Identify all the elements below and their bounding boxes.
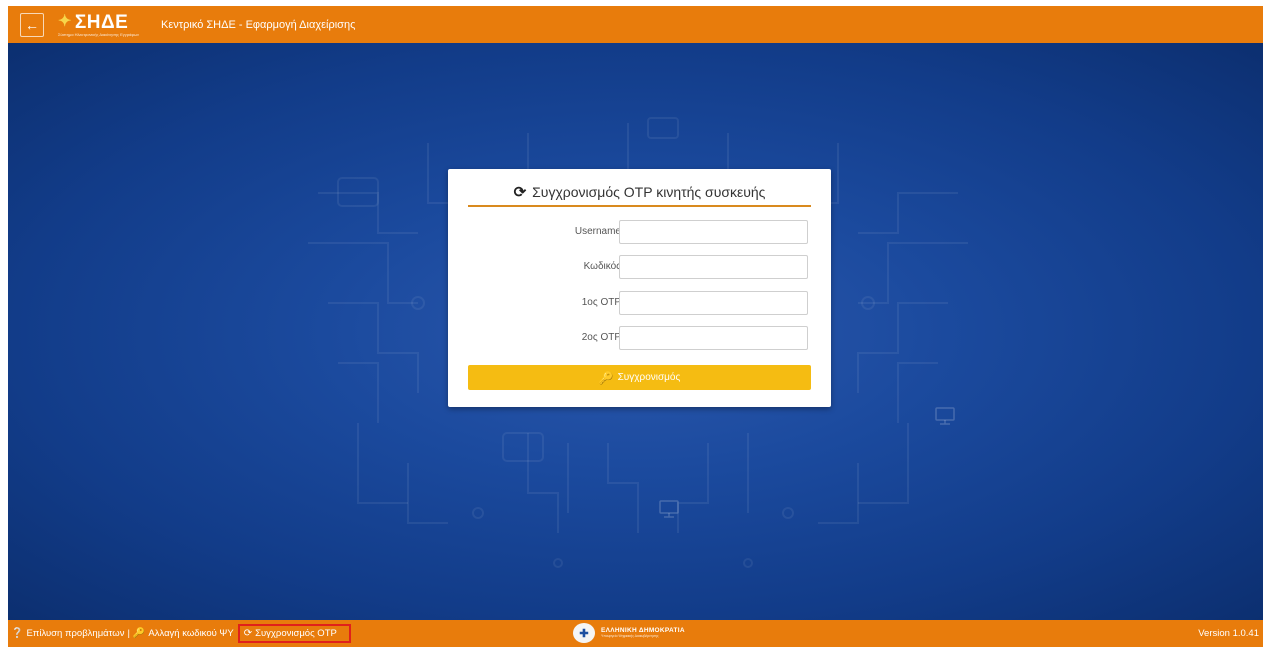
key-icon: 🔑 [132,628,146,639]
change-password-link[interactable]: 🔑 Αλλαγή κωδικού ΨΥ [133,628,234,639]
second-otp-input[interactable] [619,326,808,350]
otp-sync-link[interactable]: ⟳ Συγχρονισμός OTP [237,624,351,643]
refresh-icon: ⟳ [513,184,527,201]
troubleshooting-link[interactable]: ❔ Επίλυση προβλημάτων [11,628,124,639]
shde-logo[interactable]: ✦ ΣΗΔΕ Σύστημα Ηλεκτρονικής Διακίνησης Ε… [58,13,139,37]
password-label: Κωδικός [583,261,621,272]
first-otp-row: 1ος OTP [468,291,811,317]
logo-mark-icon: ✦ [58,13,72,30]
footer-bar: ❔ Επίλυση προβλημάτων | 🔑 Αλλαγή κωδικού… [8,620,1263,647]
password-row: Κωδικός [468,255,811,281]
change-password-label: Αλλαγή κωδικού ΨΥ [148,628,234,639]
card-title: ⟳ Συγχρονισμός OTP κινητής συσκευής [468,183,811,201]
app-window: ← ✦ ΣΗΔΕ Σύστημα Ηλεκτρονικής Διακίνησης… [8,6,1263,647]
gov-subtitle: Υπουργείο Ψηφιακής Διακυβέρνησης [601,633,659,638]
card-title-text: Συγχρονισμός OTP κινητής συσκευής [532,184,766,200]
title-divider [468,205,811,207]
troubleshooting-label: Επίλυση προβλημάτων [26,628,125,639]
top-bar: ← ✦ ΣΗΔΕ Σύστημα Ηλεκτρονικής Διακίνησης… [8,6,1263,43]
version-label: Version 1.0.41 [1198,628,1259,639]
footer-links: ❔ Επίλυση προβλημάτων | 🔑 Αλλαγή κωδικού… [11,624,351,643]
app-title: Κεντρικό ΣΗΔΕ - Εφαρμογή Διαχείρισης [161,18,356,31]
back-button[interactable]: ← [20,12,44,37]
otp-sync-card: ⟳ Συγχρονισμός OTP κινητής συσκευής User… [448,169,831,407]
first-otp-input[interactable] [619,291,808,315]
hellenic-republic-logo: ✚ ΕΛΛΗΝΙΚΗ ΔΗΜΟΚΡΑΤΙΑ Υπουργείο Ψηφιακής… [573,623,685,643]
username-label: Username [574,226,621,237]
otp-sync-label: Συγχρονισμός OTP [255,628,337,639]
logo-text: ΣΗΔΕ [74,11,129,33]
sync-button-label: Συγχρονισμός [617,372,681,383]
username-input[interactable] [619,220,808,244]
second-otp-row: 2ος OTP [468,326,811,352]
question-circle-icon: ❔ [11,628,24,639]
username-row: Username [468,220,811,246]
arrow-left-icon: ← [25,16,39,33]
sync-button[interactable]: 🔑 Συγχρονισμός [468,365,811,390]
second-otp-label: 2ος OTP [581,332,621,343]
main-background: ⟳ Συγχρονισμός OTP κινητής συσκευής User… [8,43,1263,620]
refresh-icon: ⟳ [243,628,253,639]
logo-subtitle: Σύστημα Ηλεκτρονικής Διακίνησης Εγγράφων [58,31,140,37]
password-input[interactable] [619,255,808,279]
greek-emblem-icon: ✚ [573,623,595,643]
footer-separator: | [127,628,130,639]
first-otp-label: 1ος OTP [581,297,621,308]
key-icon: 🔑 [598,370,614,385]
